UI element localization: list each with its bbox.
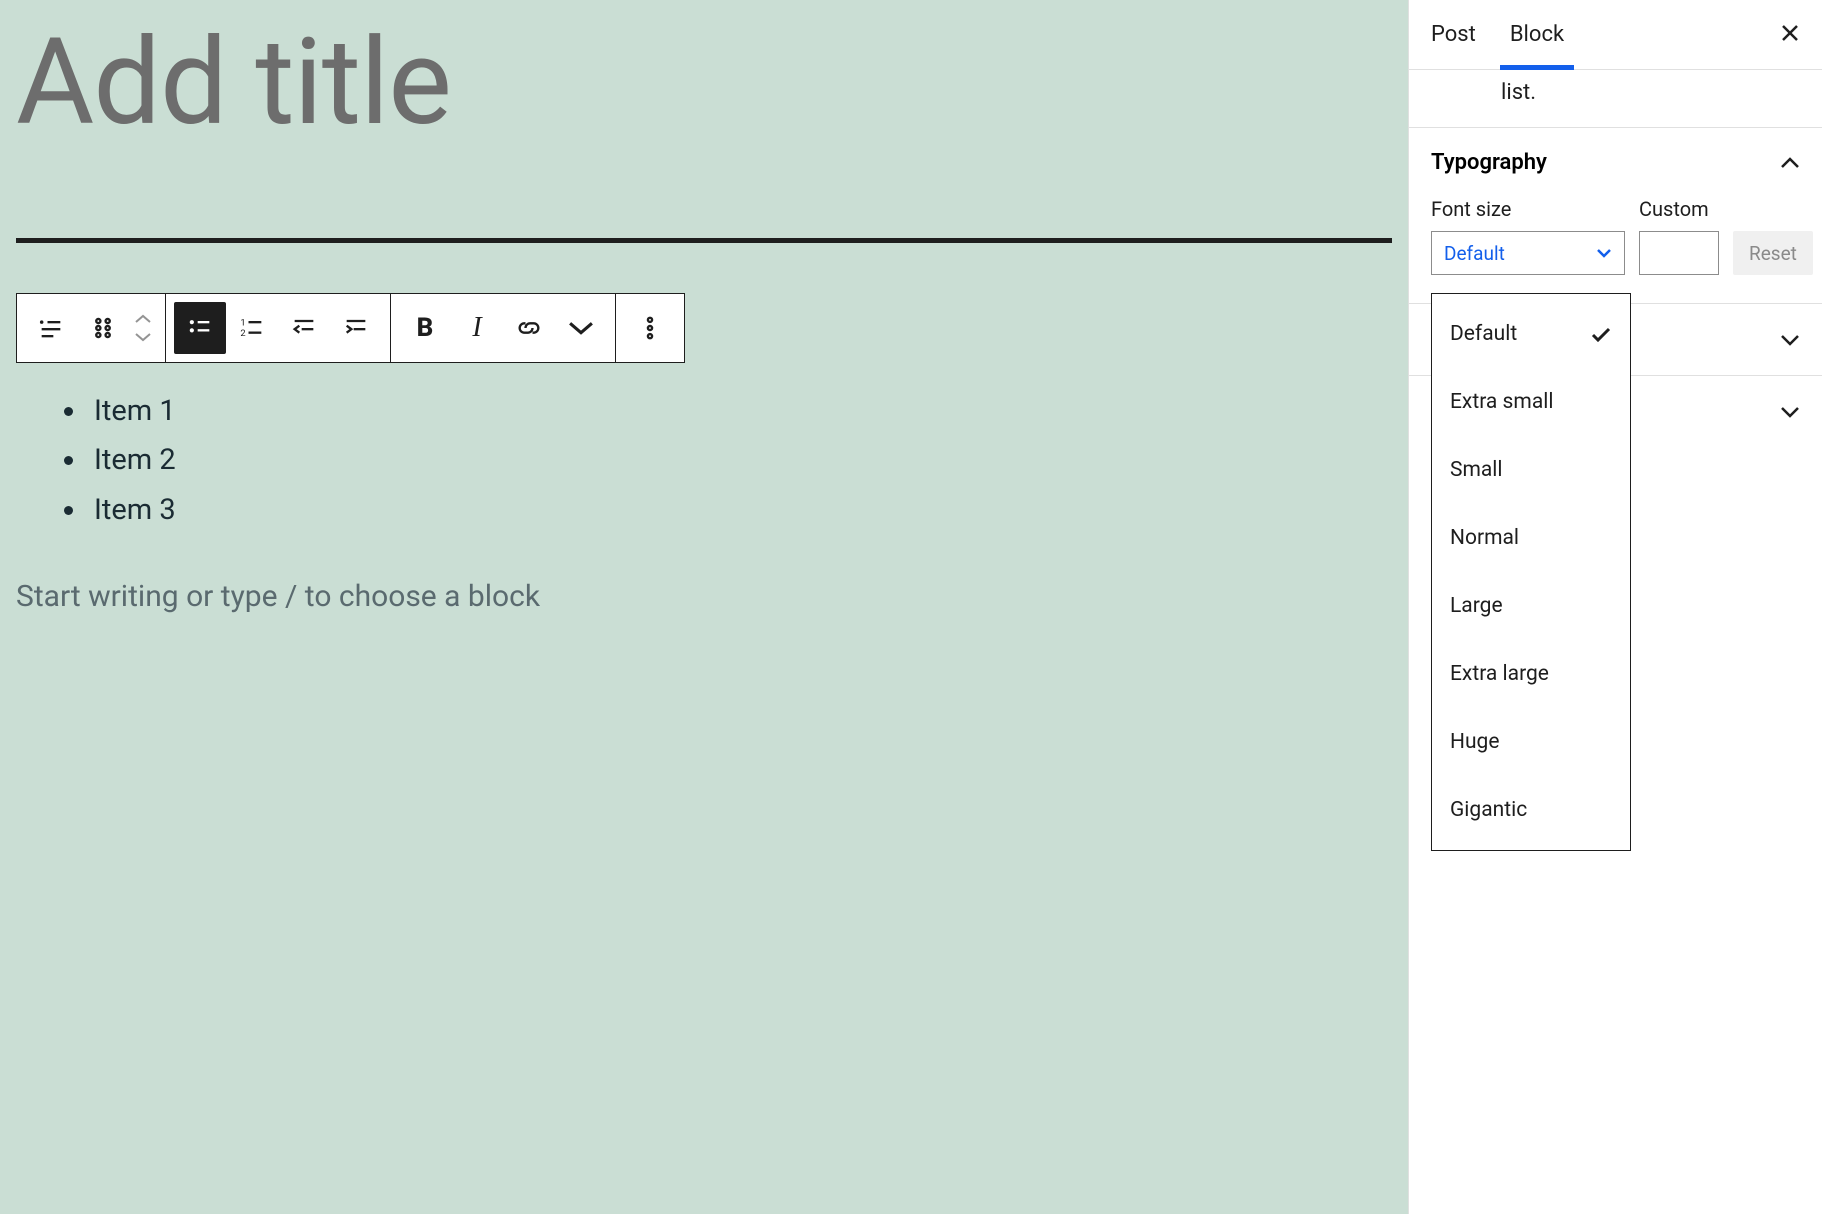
font-size-option-normal[interactable]: Normal — [1432, 504, 1630, 572]
font-size-label: Font size — [1431, 197, 1625, 221]
list-item[interactable]: Item 1 — [88, 387, 1392, 436]
chevron-down-icon[interactable] — [134, 332, 152, 342]
toolbar-group-list: 12 — [166, 294, 391, 362]
tab-post[interactable]: Post — [1431, 0, 1476, 69]
svg-text:2: 2 — [240, 328, 245, 339]
post-title-input[interactable]: Add title — [16, 20, 1392, 146]
font-size-option-extra-large[interactable]: Extra large — [1432, 640, 1630, 708]
list-item[interactable]: Item 3 — [88, 486, 1392, 535]
indent-button[interactable] — [330, 302, 382, 354]
unordered-list-button[interactable] — [174, 302, 226, 354]
block-movers[interactable] — [129, 314, 157, 342]
settings-sidebar: Post Block list. Typography Font size De… — [1408, 0, 1822, 1214]
font-size-option-gigantic[interactable]: Gigantic — [1432, 776, 1630, 844]
tab-block[interactable]: Block — [1510, 0, 1564, 69]
list-block[interactable]: Item 1 Item 2 Item 3 — [16, 387, 1392, 535]
font-size-option-large[interactable]: Large — [1432, 572, 1630, 640]
reset-font-size-button[interactable]: Reset — [1733, 231, 1813, 275]
font-size-option-small[interactable]: Small — [1432, 436, 1630, 504]
sidebar-tabs: Post Block — [1409, 0, 1822, 70]
font-size-option-huge[interactable]: Huge — [1432, 708, 1630, 776]
bold-button[interactable]: B — [399, 302, 451, 354]
custom-size-input[interactable] — [1639, 231, 1719, 275]
block-toolbar: 12 B I — [16, 293, 685, 363]
block-description: list. — [1409, 70, 1822, 128]
block-options-button[interactable] — [624, 302, 676, 354]
drag-handle-icon[interactable] — [77, 302, 129, 354]
chevron-up-icon[interactable] — [134, 314, 152, 324]
font-size-dropdown: Default Extra small Small Normal Large E… — [1431, 293, 1631, 851]
toolbar-group-format: B I — [391, 294, 616, 362]
toolbar-group-options — [616, 294, 684, 362]
check-icon — [1590, 326, 1612, 342]
custom-size-label: Custom — [1639, 197, 1719, 221]
svg-text:1: 1 — [240, 318, 245, 329]
list-item[interactable]: Item 2 — [88, 436, 1392, 485]
close-icon — [1780, 23, 1800, 43]
separator-block[interactable] — [16, 238, 1392, 243]
outdent-button[interactable] — [278, 302, 330, 354]
toolbar-group-block — [17, 294, 166, 362]
chevron-down-icon — [1780, 334, 1800, 346]
more-format-button[interactable] — [555, 302, 607, 354]
panel-title: Typography — [1431, 150, 1547, 175]
ordered-list-button[interactable]: 12 — [226, 302, 278, 354]
typography-panel: Typography Font size Default Defau — [1409, 128, 1822, 304]
chevron-down-icon — [1780, 406, 1800, 418]
chevron-up-icon — [1780, 157, 1800, 169]
font-size-value: Default — [1444, 242, 1505, 265]
link-button[interactable] — [503, 302, 555, 354]
italic-button[interactable]: I — [451, 302, 503, 354]
font-size-select[interactable]: Default — [1431, 231, 1625, 275]
block-type-icon[interactable] — [25, 302, 77, 354]
editor-canvas: Add title 12 — [0, 0, 1408, 1214]
font-size-option-extra-small[interactable]: Extra small — [1432, 368, 1630, 436]
close-sidebar-button[interactable] — [1780, 21, 1800, 49]
default-block-appender[interactable]: Start writing or type / to choose a bloc… — [16, 579, 1392, 614]
font-size-option-default[interactable]: Default — [1432, 300, 1630, 368]
typography-panel-toggle[interactable]: Typography — [1409, 128, 1822, 197]
chevron-down-icon — [1596, 248, 1612, 258]
